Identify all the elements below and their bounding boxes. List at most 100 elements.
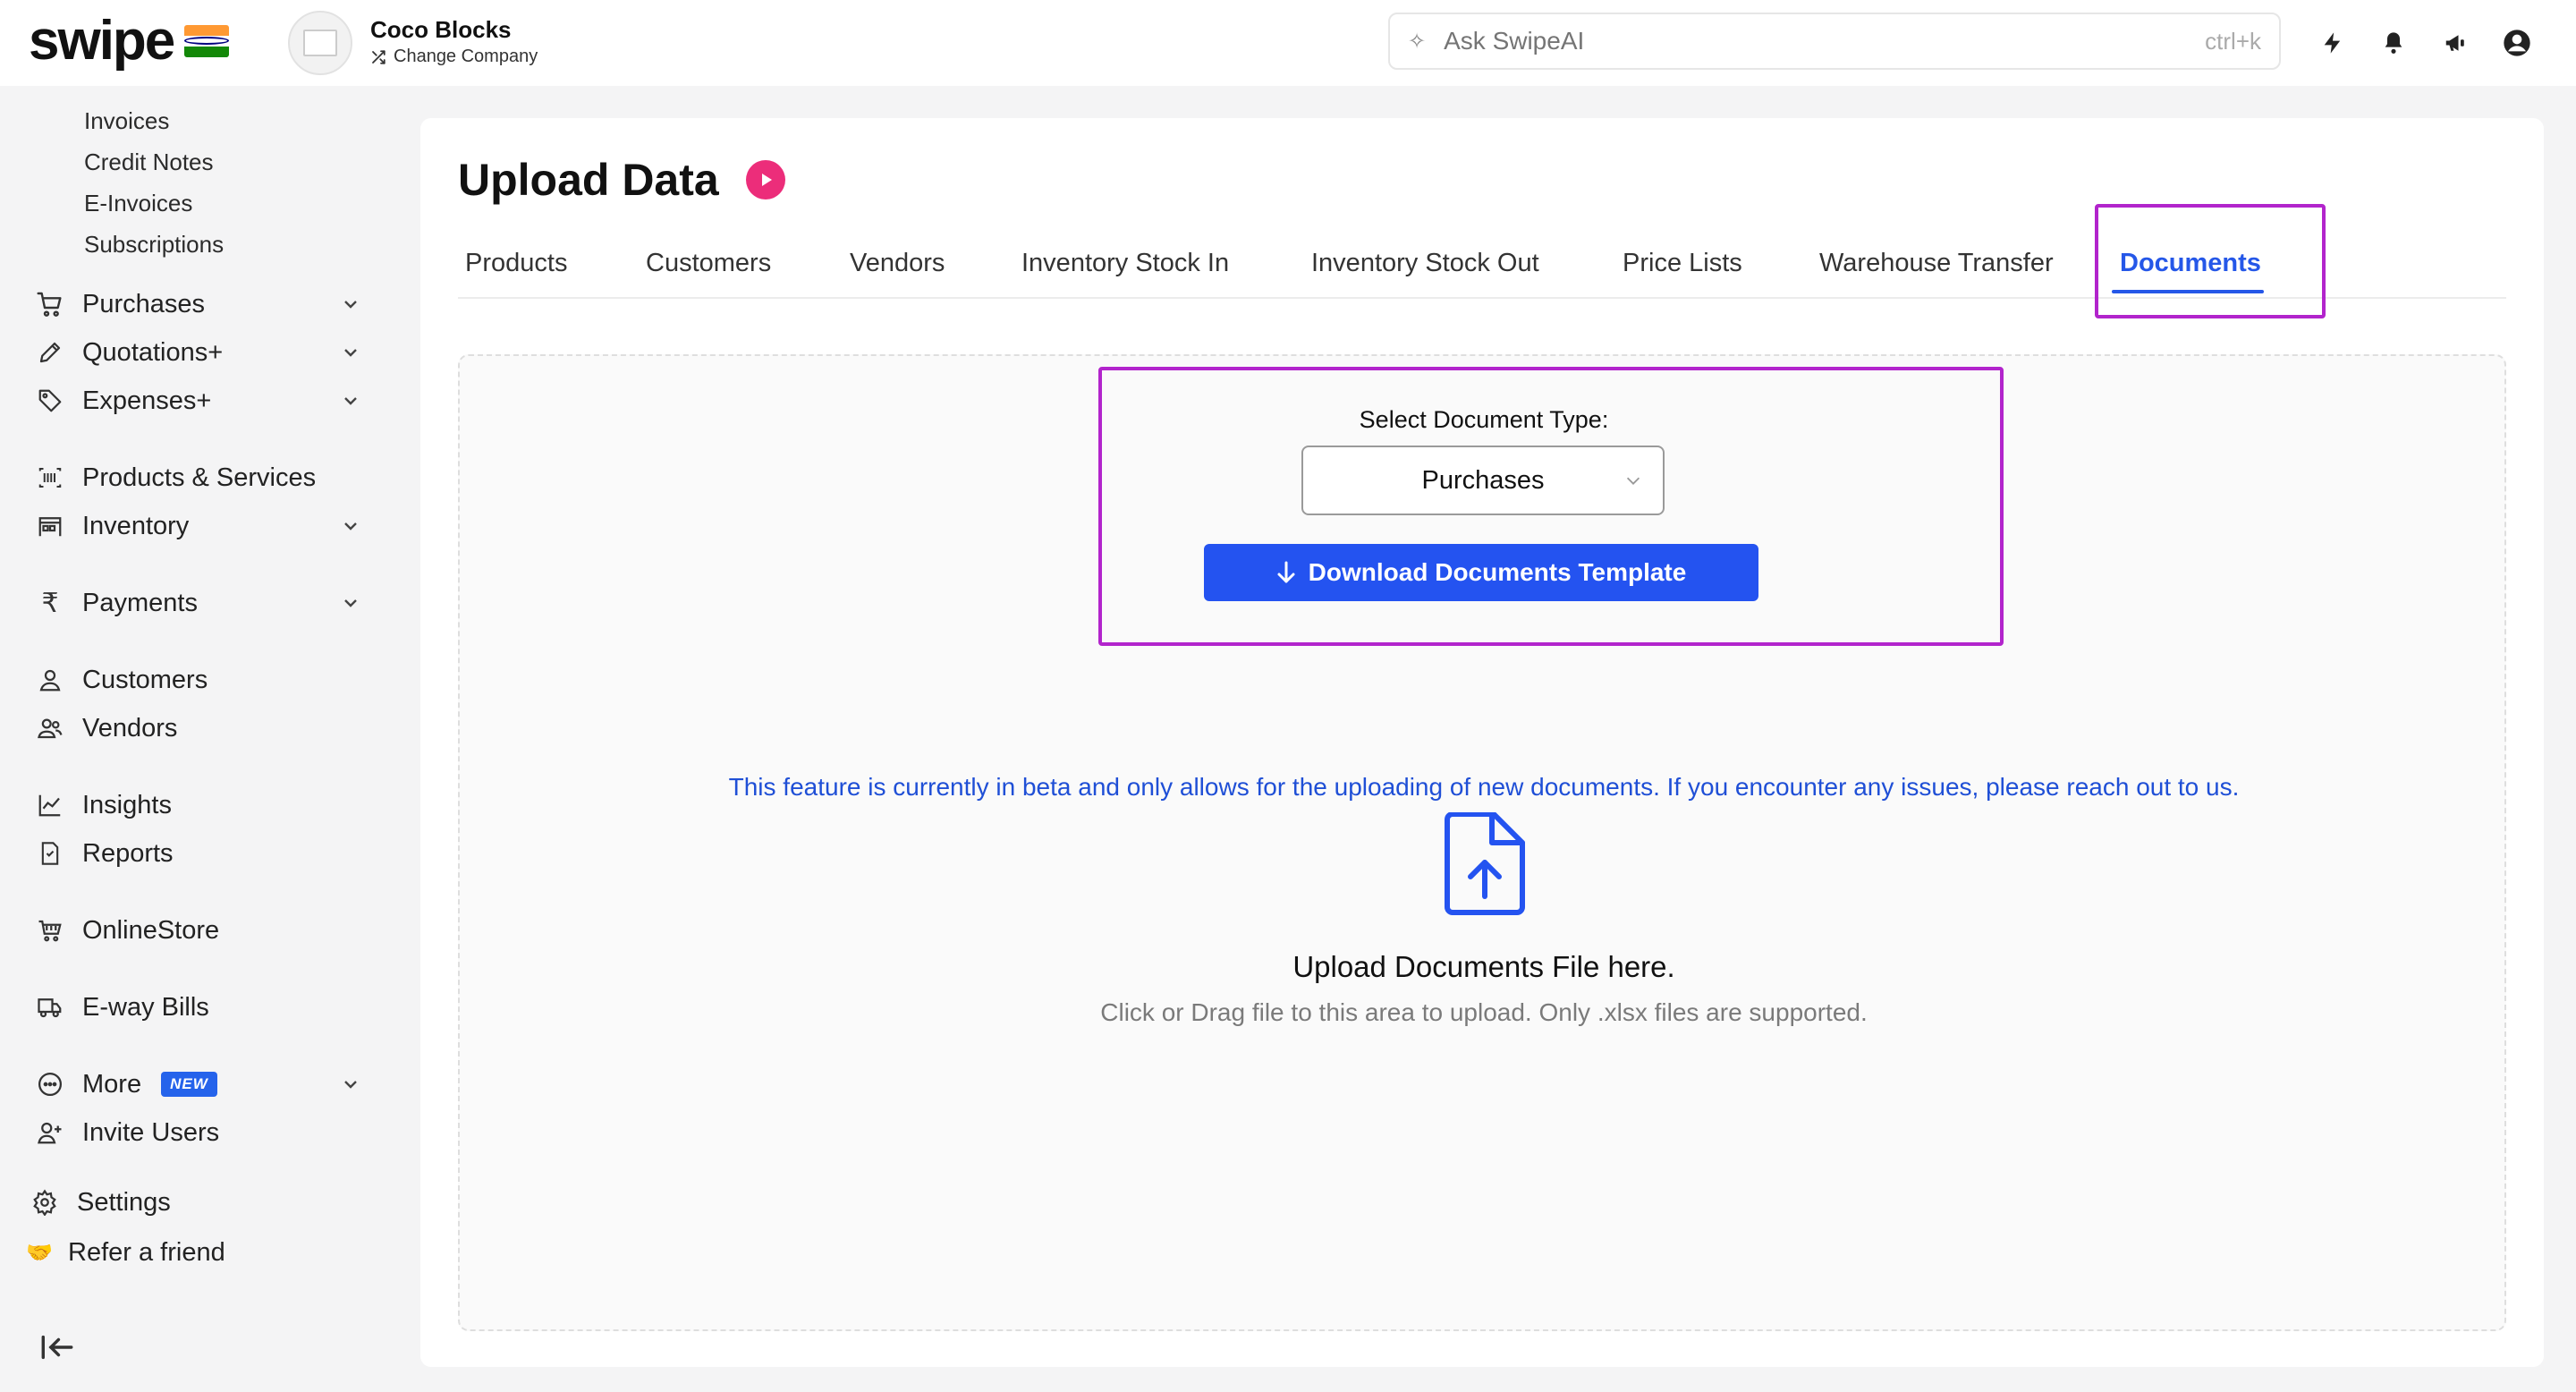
tab-customers[interactable]: Customers (646, 249, 771, 278)
upload-title: Upload Documents File here. (1292, 950, 1675, 983)
sidebar-item-label: Products & Services (82, 463, 317, 492)
sidebar-item-credit-notes[interactable]: Credit Notes (84, 149, 214, 176)
megaphone-icon[interactable] (2438, 25, 2474, 61)
tab-warehouse-transfer[interactable]: Warehouse Transfer (1819, 249, 2054, 278)
chevron-down-icon (1626, 477, 1640, 485)
sidebar-item-quotations[interactable]: Quotations+ (34, 336, 223, 369)
bell-icon[interactable] (2376, 25, 2411, 61)
sidebar-item-invite-users[interactable]: Invite Users (34, 1116, 219, 1149)
logo-text: swipe (29, 10, 175, 72)
sidebar-item-vendors[interactable]: Vendors (34, 712, 177, 744)
tab-vendors[interactable]: Vendors (850, 249, 945, 278)
swipe-logo[interactable]: swipe (29, 9, 230, 72)
sidebar-item-products-services[interactable]: Products & Services (34, 462, 316, 494)
chevron-down-icon[interactable] (340, 293, 361, 315)
sidebar-item-label: E-way Bills (82, 992, 209, 1022)
documents-tab-highlight (2095, 204, 2326, 318)
account-icon[interactable] (2499, 25, 2535, 61)
download-template-label: Download Documents Template (1308, 558, 1687, 586)
upload-dropzone[interactable]: Select Document Type: Purchases Download… (458, 354, 2506, 1331)
sidebar-item-label: Purchases (82, 289, 206, 318)
truck-icon (34, 991, 66, 1023)
sidebar-item-customers[interactable]: Customers (34, 664, 208, 696)
shuffle-icon (372, 49, 386, 64)
tab-inventory-stock-in[interactable]: Inventory Stock In (1021, 249, 1229, 278)
chevron-down-icon[interactable] (340, 592, 361, 614)
lightning-icon[interactable] (2315, 25, 2351, 61)
sidebar-item-label: Invite Users (82, 1117, 220, 1147)
sidebar: Invoices Credit Notes E-Invoices Subscri… (0, 86, 394, 1392)
document-type-select[interactable]: Purchases (1301, 446, 1665, 515)
india-flag-icon (184, 24, 230, 57)
sidebar-item-label: Vendors (82, 713, 178, 743)
sidebar-item-settings[interactable]: Settings (29, 1186, 171, 1218)
tab-price-lists[interactable]: Price Lists (1623, 249, 1742, 278)
sidebar-item-payments[interactable]: ₹ Payments (34, 587, 198, 619)
tab-inventory-stock-out[interactable]: Inventory Stock Out (1311, 249, 1539, 278)
handshake-icon: 🤝 (26, 1240, 53, 1265)
ask-ai-search[interactable]: ✧ ctrl+k (1388, 13, 2281, 70)
sidebar-item-refer-friend[interactable]: 🤝 Refer a friend (23, 1236, 225, 1269)
new-badge: NEW (161, 1072, 217, 1097)
cart-icon (34, 288, 66, 320)
user-icon (34, 664, 66, 696)
company-avatar[interactable] (288, 11, 352, 75)
collapse-sidebar-icon[interactable] (39, 1333, 75, 1362)
sidebar-item-label: Inventory (82, 511, 190, 540)
search-input[interactable] (1444, 27, 2206, 55)
gear-icon (29, 1186, 61, 1218)
user-plus-icon (34, 1116, 66, 1149)
tag-icon (34, 385, 66, 417)
sidebar-item-label: Customers (82, 665, 208, 694)
sidebar-item-label: Insights (82, 790, 172, 819)
users-icon (34, 712, 66, 744)
sidebar-item-purchases[interactable]: Purchases (34, 288, 205, 320)
sidebar-item-label: Reports (82, 838, 174, 868)
change-company-label: Change Company (394, 47, 538, 66)
sidebar-item-label: Settings (77, 1187, 171, 1217)
sidebar-item-e-invoices[interactable]: E-Invoices (84, 190, 192, 217)
download-template-button[interactable]: Download Documents Template (1204, 544, 1758, 601)
sidebar-item-onlinestore[interactable]: OnlineStore (34, 914, 219, 946)
search-shortcut: ctrl+k (2205, 27, 2261, 55)
sidebar-item-more[interactable]: More NEW (34, 1068, 217, 1100)
sidebar-item-label: More (82, 1069, 142, 1099)
sidebar-item-label: Refer a friend (68, 1237, 225, 1267)
sidebar-item-label: Quotations+ (82, 337, 224, 367)
chevron-down-icon[interactable] (340, 342, 361, 363)
sidebar-item-reports[interactable]: Reports (34, 837, 174, 870)
file-upload-icon (1445, 812, 1525, 915)
play-video-icon[interactable] (745, 160, 785, 199)
chevron-down-icon[interactable] (340, 1074, 361, 1095)
document-type-value: Purchases (1421, 465, 1545, 495)
top-bar: swipe Coco Blocks Change Company ✧ ctrl+… (0, 0, 2576, 86)
pen-icon (34, 336, 66, 369)
barcode-icon (34, 462, 66, 494)
page-title: Upload Data (458, 154, 785, 206)
store-icon (34, 914, 66, 946)
sidebar-item-subscriptions[interactable]: Subscriptions (84, 231, 224, 259)
main-panel: Upload Data Products Customers Vendors I… (420, 118, 2544, 1367)
beta-notice: This feature is currently in beta and on… (728, 773, 2240, 801)
sidebar-item-inventory[interactable]: Inventory (34, 510, 189, 542)
upload-subtitle: Click or Drag file to this area to uploa… (1100, 998, 1868, 1026)
arrow-down-icon (1277, 561, 1295, 583)
sidebar-item-eway-bills[interactable]: E-way Bills (34, 991, 209, 1023)
sidebar-item-label: Expenses+ (82, 386, 212, 415)
chart-icon (34, 789, 66, 821)
tab-products[interactable]: Products (465, 249, 567, 278)
report-icon (34, 837, 66, 870)
chevron-down-icon[interactable] (340, 390, 361, 412)
chevron-down-icon[interactable] (340, 515, 361, 537)
sidebar-item-invoices[interactable]: Invoices (84, 107, 169, 135)
sidebar-item-expenses[interactable]: Expenses+ (34, 385, 211, 417)
more-icon (34, 1068, 66, 1100)
warehouse-icon (34, 510, 66, 542)
sparkle-icon: ✧ (1408, 29, 1427, 54)
select-document-type-label: Select Document Type: (1359, 406, 1609, 433)
rupee-icon: ₹ (41, 588, 59, 618)
company-name: Coco Blocks (370, 16, 512, 43)
sidebar-item-insights[interactable]: Insights (34, 789, 172, 821)
change-company-link[interactable]: Change Company (370, 47, 538, 67)
page-title-text: Upload Data (458, 155, 719, 205)
